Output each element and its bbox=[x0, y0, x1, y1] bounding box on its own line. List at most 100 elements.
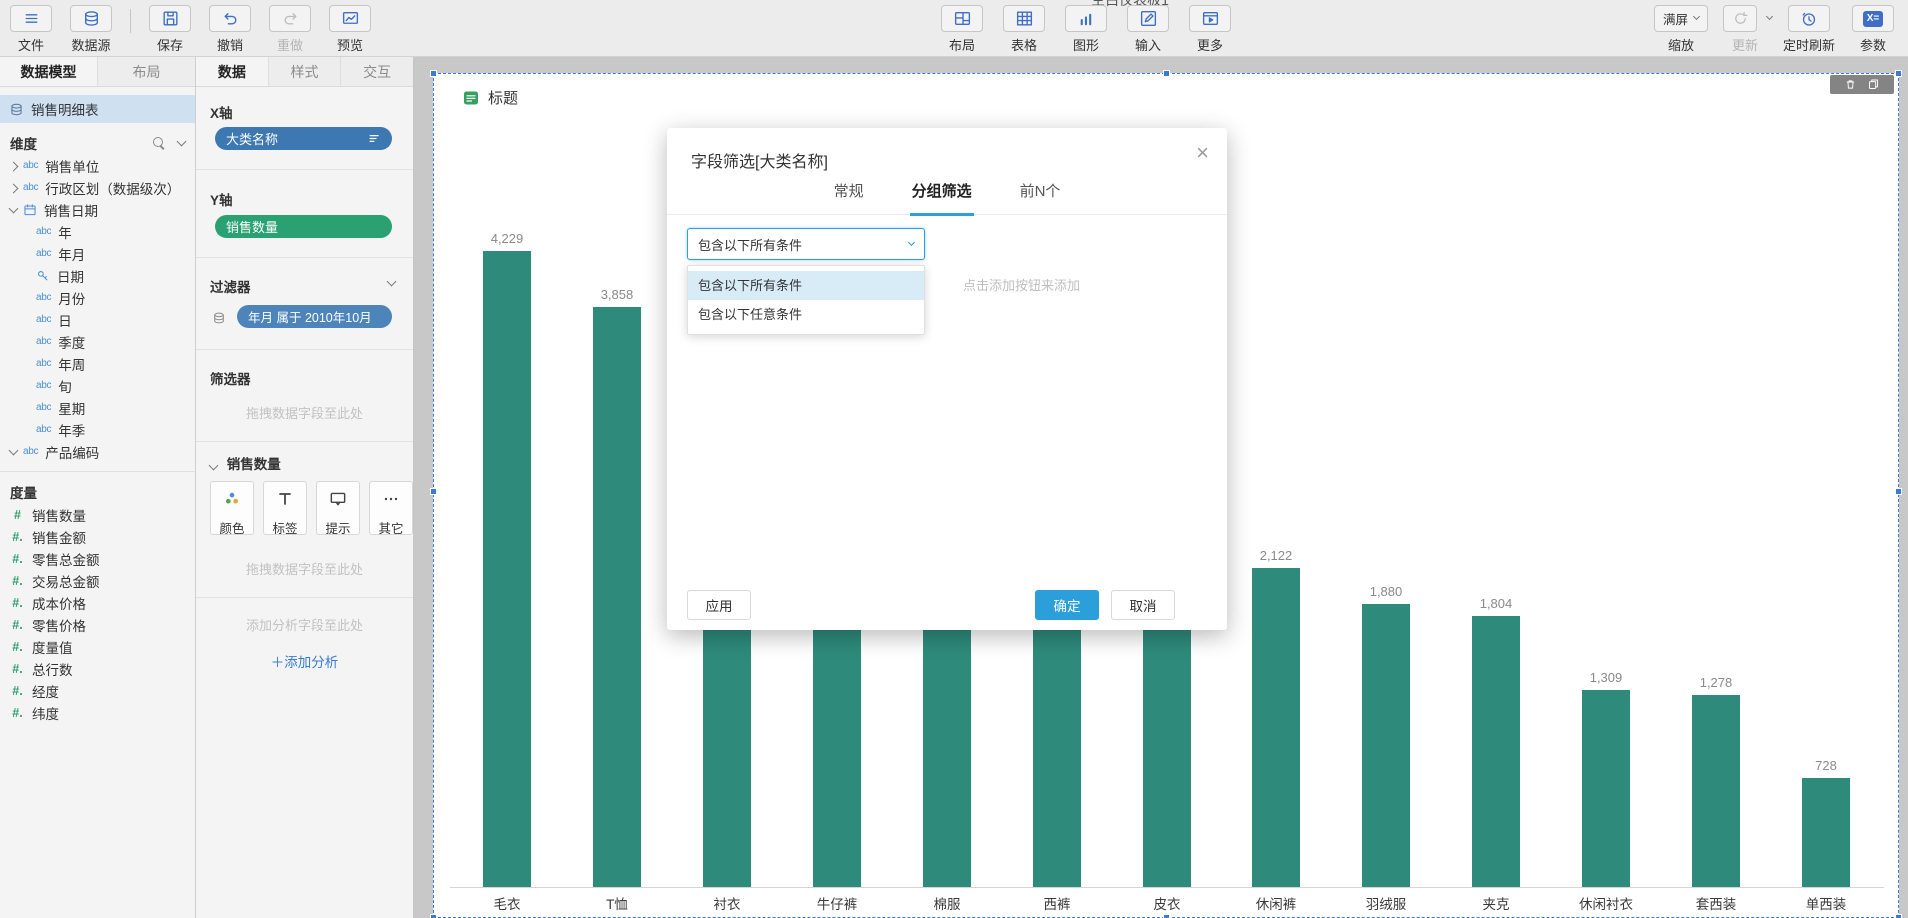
resize-handle-e[interactable] bbox=[1895, 488, 1902, 495]
chevron-down-icon[interactable] bbox=[1766, 13, 1773, 20]
measure-label: 零售总金额 bbox=[32, 549, 100, 569]
shelf-button-颜色[interactable]: 颜色 bbox=[210, 481, 254, 535]
tab-data-model[interactable]: 数据模型 bbox=[0, 57, 98, 86]
dimension-item[interactable]: abc年月 bbox=[0, 243, 195, 265]
dimension-item[interactable]: abc年周 bbox=[0, 353, 195, 375]
resize-handle-sw[interactable] bbox=[430, 914, 437, 918]
tab-general[interactable]: 常规 bbox=[832, 180, 866, 214]
measure-item[interactable]: #销售数量 bbox=[0, 504, 195, 526]
dimension-label: 销售单位 bbox=[45, 156, 99, 176]
measure-item[interactable]: #.成本价格 bbox=[0, 592, 195, 614]
bar-category-label: 牛仔裤 bbox=[777, 893, 897, 913]
bar-羽绒服[interactable] bbox=[1362, 604, 1410, 887]
resize-handle-ne[interactable] bbox=[1895, 70, 1902, 77]
dimension-item[interactable]: abc季度 bbox=[0, 331, 195, 353]
resize-handle-se[interactable] bbox=[1895, 914, 1902, 918]
bar-套西装[interactable] bbox=[1692, 695, 1740, 887]
widget-toolbar-badge bbox=[1830, 75, 1894, 94]
resize-handle-w[interactable] bbox=[430, 488, 437, 495]
file-button[interactable]: 文件 bbox=[4, 5, 58, 54]
measure-item[interactable]: #.总行数 bbox=[0, 658, 195, 680]
dimension-item[interactable]: abc销售单位 bbox=[0, 155, 195, 177]
input-button[interactable]: 输入 bbox=[1121, 5, 1175, 54]
dataset-item[interactable]: 销售明细表 bbox=[0, 95, 195, 123]
chevron-down-icon[interactable] bbox=[209, 461, 219, 471]
chevron-right-icon[interactable] bbox=[9, 161, 19, 171]
measure-item[interactable]: #.零售价格 bbox=[0, 614, 195, 636]
bar-category-label: 休闲裤 bbox=[1216, 893, 1336, 913]
measure-item[interactable]: #.经度 bbox=[0, 680, 195, 702]
dimension-item[interactable]: abc产品编码 bbox=[0, 441, 195, 463]
scheduled-refresh-button[interactable]: 定时刷新 bbox=[1782, 5, 1836, 54]
resize-handle-n[interactable] bbox=[1163, 70, 1170, 77]
measure-item[interactable]: #.销售金额 bbox=[0, 526, 195, 548]
tab-top-n[interactable]: 前N个 bbox=[1018, 180, 1063, 214]
dimension-item[interactable]: 销售日期 bbox=[0, 199, 195, 221]
condition-select[interactable]: 包含以下所有条件 bbox=[687, 228, 925, 260]
chevron-right-icon[interactable] bbox=[9, 183, 19, 193]
close-icon[interactable]: × bbox=[1196, 140, 1209, 166]
copy-icon[interactable] bbox=[1867, 78, 1880, 91]
dimension-item[interactable]: abc行政区划（数据级次） bbox=[0, 177, 195, 199]
more-button[interactable]: 更多 bbox=[1183, 5, 1237, 54]
dimension-item[interactable]: abc旬 bbox=[0, 375, 195, 397]
add-analysis-link[interactable]: ＋添加分析 bbox=[196, 651, 413, 671]
hash-dot-icon: #. bbox=[10, 596, 25, 610]
measure-item[interactable]: #.零售总金额 bbox=[0, 548, 195, 570]
bar-休闲裤[interactable] bbox=[1252, 568, 1300, 887]
sort-icon[interactable] bbox=[368, 132, 381, 145]
update-button[interactable]: 更新 bbox=[1718, 5, 1772, 54]
dropdown-option[interactable]: 包含以下所有条件 bbox=[688, 271, 924, 300]
x-axis-pill[interactable]: 大类名称 bbox=[215, 127, 392, 150]
search-icon[interactable] bbox=[153, 137, 166, 150]
tab-data[interactable]: 数据 bbox=[196, 57, 269, 86]
zoom-select[interactable]: 满屏 bbox=[1654, 5, 1708, 32]
redo-button[interactable]: 重做 bbox=[263, 5, 317, 54]
tab-style[interactable]: 样式 bbox=[269, 57, 342, 86]
measure-item[interactable]: #.交易总金额 bbox=[0, 570, 195, 592]
shelf-button-标签[interactable]: 标签 bbox=[263, 481, 307, 535]
save-button[interactable]: 保存 bbox=[143, 5, 197, 54]
chevron-down-icon[interactable] bbox=[9, 203, 19, 213]
bar-夹克[interactable] bbox=[1472, 616, 1520, 887]
dimension-item[interactable]: abc日 bbox=[0, 309, 195, 331]
tab-interaction[interactable]: 交互 bbox=[341, 57, 413, 86]
bar-毛衣[interactable] bbox=[483, 251, 531, 887]
dimension-item[interactable]: abc星期 bbox=[0, 397, 195, 419]
datasource-button[interactable]: 数据源 bbox=[64, 5, 118, 54]
filter-pill[interactable]: 年月 属于 2010年10月 bbox=[237, 305, 392, 328]
apply-button[interactable]: 应用 bbox=[687, 590, 751, 620]
ok-button[interactable]: 确定 bbox=[1035, 590, 1099, 620]
chart-button[interactable]: 图形 bbox=[1059, 5, 1113, 54]
tab-layout[interactable]: 布局 bbox=[98, 57, 195, 86]
chevron-down-icon[interactable] bbox=[9, 445, 19, 455]
resize-handle-s[interactable] bbox=[1163, 914, 1170, 918]
measure-item[interactable]: #.度量值 bbox=[0, 636, 195, 658]
dimension-item[interactable]: 日期 bbox=[0, 265, 195, 287]
preview-button[interactable]: 预览 bbox=[323, 5, 377, 54]
bar-单西装[interactable] bbox=[1802, 778, 1850, 887]
measure-item[interactable]: #.纬度 bbox=[0, 702, 195, 724]
undo-button[interactable]: 撤销 bbox=[203, 5, 257, 54]
table-button[interactable]: 表格 bbox=[997, 5, 1051, 54]
dimension-item[interactable]: abc月份 bbox=[0, 287, 195, 309]
parameters-button[interactable]: X=参数 bbox=[1846, 5, 1900, 54]
dropdown-option[interactable]: 包含以下任意条件 bbox=[688, 300, 924, 329]
tab-group-filter[interactable]: 分组筛选 bbox=[910, 180, 974, 216]
shelf-button-其它[interactable]: 其它 bbox=[369, 481, 413, 535]
trash-icon[interactable] bbox=[1844, 78, 1857, 91]
bar-T恤[interactable] bbox=[593, 307, 641, 887]
y-axis-pill[interactable]: 销售数量 bbox=[215, 215, 392, 238]
chevron-down-icon[interactable] bbox=[387, 277, 397, 287]
dimension-label: 季度 bbox=[58, 332, 85, 352]
bar-休闲衬衣[interactable] bbox=[1582, 690, 1630, 887]
dimension-item[interactable]: abc年季 bbox=[0, 419, 195, 441]
resize-handle-nw[interactable] bbox=[430, 70, 437, 77]
cancel-button[interactable]: 取消 bbox=[1111, 590, 1175, 620]
dimension-item[interactable]: abc年 bbox=[0, 221, 195, 243]
chevron-down-icon[interactable] bbox=[177, 136, 187, 146]
shelf-button-提示[interactable]: 提示 bbox=[316, 481, 360, 535]
section-divider bbox=[196, 597, 413, 598]
preview-icon bbox=[341, 9, 360, 28]
layout-button[interactable]: 布局 bbox=[935, 5, 989, 54]
